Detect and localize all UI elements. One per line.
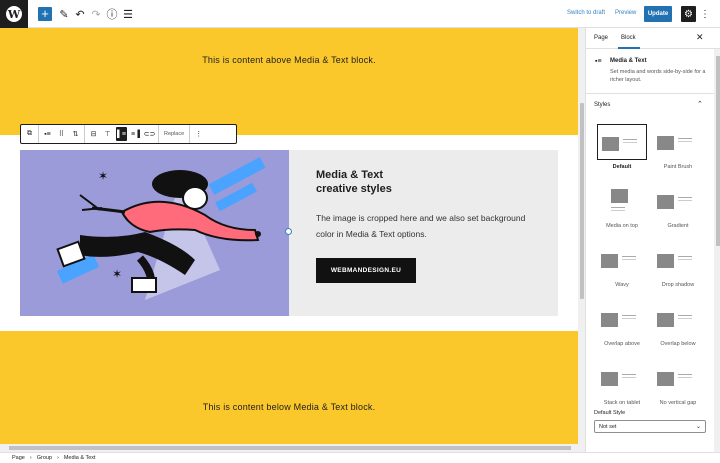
- style-overlap-above[interactable]: Overlap above: [586, 297, 646, 353]
- link-icon[interactable]: ⊂⊃: [144, 127, 156, 141]
- style-preview: [653, 360, 703, 396]
- chevron-up-icon[interactable]: ⌃: [697, 100, 703, 108]
- style-label: No vertical gap: [659, 400, 697, 406]
- block-card-description: Set media and words side-by-side for a r…: [610, 69, 706, 83]
- svg-text:✶: ✶: [112, 267, 122, 281]
- style-gradient[interactable]: Gradient: [642, 179, 702, 235]
- tab-block[interactable]: Block: [621, 35, 636, 41]
- add-block-button[interactable]: +: [38, 7, 52, 21]
- chevron-right-icon: ›: [29, 455, 32, 461]
- tab-page[interactable]: Page: [594, 35, 608, 41]
- media-text-block-icon[interactable]: ▪≡: [42, 127, 53, 141]
- redo-icon[interactable]: ↷: [90, 7, 102, 21]
- default-style-label: Default Style: [594, 410, 626, 416]
- show-media-left-icon[interactable]: ▌≡: [116, 127, 127, 141]
- style-media-on-top[interactable]: Media on top: [586, 179, 646, 235]
- style-preview: [597, 124, 647, 160]
- undo-icon[interactable]: ↶: [74, 7, 86, 21]
- style-label: Paint Brush: [663, 164, 693, 170]
- editor-canvas: This is content above Media & Text block…: [0, 28, 585, 452]
- style-preview: [653, 124, 703, 160]
- style-overlap-below[interactable]: Overlap below: [642, 297, 702, 353]
- heading-line-1: Media & Text: [316, 169, 384, 181]
- style-wavy[interactable]: Wavy: [586, 238, 646, 294]
- block-toolbar: ⧉ ▪≡ ⠿ ⇅ ⊟ ⊤ ▌≡ ≡▐ ⊂⊃ Replace ⋮: [20, 124, 237, 144]
- group-block-bottom[interactable]: This is content below Media & Text block…: [0, 331, 578, 449]
- sidebar-tabs: Page Block ✕: [586, 28, 720, 49]
- toolbar-group-parent: ⧉: [21, 125, 39, 143]
- paragraph-above[interactable]: This is content above Media & Text block…: [0, 55, 578, 65]
- editor-horizontal-scroll-thumb[interactable]: [9, 446, 571, 450]
- list-view-icon[interactable]: ☰: [122, 7, 134, 21]
- chevron-right-icon: ›: [57, 455, 59, 461]
- style-stack-on-tablet[interactable]: Stack on tablet: [586, 356, 646, 412]
- vertical-align-top-icon[interactable]: ⊤: [102, 127, 113, 141]
- editor-top-bar: W + ✎ ↶ ↷ ⓘ ☰ Switch to draft Preview Up…: [0, 0, 720, 28]
- update-button[interactable]: Update: [644, 6, 672, 22]
- chevron-down-icon: ⌄: [695, 424, 701, 430]
- toolbar-group-align: ⊟ ⊤ ▌≡ ≡▐ ⊂⊃: [85, 125, 159, 143]
- wordpress-logo-button[interactable]: W: [0, 0, 28, 28]
- style-preview: [653, 242, 703, 278]
- style-preview: [653, 301, 703, 337]
- style-no-vertical-gap[interactable]: No vertical gap: [642, 356, 702, 412]
- select-parent-icon[interactable]: ⧉: [24, 127, 35, 141]
- media-image[interactable]: ✶ ✶: [20, 150, 289, 316]
- drag-handle-icon[interactable]: ⠿: [56, 127, 67, 141]
- breadcrumb: Page › Group › Media & Text: [0, 452, 720, 463]
- info-icon[interactable]: ⓘ: [106, 7, 118, 21]
- media-text-paragraph[interactable]: The image is cropped here and we also se…: [316, 210, 526, 242]
- heading-line-2: creative styles: [316, 183, 392, 195]
- replace-button[interactable]: Replace: [162, 131, 186, 137]
- switch-to-draft-button[interactable]: Switch to draft: [567, 10, 605, 16]
- default-style-value: Not set: [599, 424, 617, 430]
- preview-button[interactable]: Preview: [615, 10, 636, 16]
- styles-panel-title[interactable]: Styles: [594, 102, 610, 108]
- style-default[interactable]: Default: [586, 120, 647, 176]
- move-up-down-icon[interactable]: ⇅: [70, 127, 81, 141]
- group-block-top[interactable]: This is content above Media & Text block…: [0, 28, 578, 135]
- breadcrumb-page[interactable]: Page: [12, 455, 25, 461]
- editor-vertical-scroll-thumb[interactable]: [580, 103, 584, 299]
- close-icon[interactable]: ✕: [696, 32, 704, 43]
- settings-gear-icon[interactable]: ⚙: [681, 6, 696, 22]
- style-preview: [597, 242, 647, 278]
- breadcrumb-media-text[interactable]: Media & Text: [64, 455, 96, 461]
- block-card: ▪≡ Media & Text Set media and words side…: [586, 49, 714, 94]
- dancing-person-illustration: ✶ ✶: [20, 150, 289, 316]
- style-label: Drop shadow: [661, 282, 695, 288]
- sidebar-scroll-thumb[interactable]: [716, 56, 720, 246]
- media-text-block[interactable]: ✶ ✶ Media & Text creative styles The ima…: [20, 150, 578, 438]
- toolbar-group-block: ▪≡ ⠿ ⇅: [39, 125, 85, 143]
- default-style-select[interactable]: Not set ⌄: [594, 420, 706, 433]
- resize-handle[interactable]: [285, 228, 292, 235]
- media-text-heading[interactable]: Media & Text creative styles: [316, 168, 516, 196]
- style-paint-brush[interactable]: Paint Brush: [642, 120, 702, 176]
- align-center-icon[interactable]: ⊟: [88, 127, 99, 141]
- toolbar-group-replace: Replace: [159, 125, 191, 143]
- style-label: Overlap below: [660, 341, 696, 347]
- paragraph-below[interactable]: This is content below Media & Text block…: [0, 402, 578, 412]
- webmandesign-button[interactable]: WEBMANDESIGN.EU: [316, 258, 416, 283]
- options-more-icon[interactable]: ⋮: [193, 127, 204, 141]
- style-preview: [597, 360, 647, 396]
- svg-text:✶: ✶: [98, 169, 108, 183]
- show-media-right-icon[interactable]: ≡▐: [130, 127, 141, 141]
- style-preview: [653, 183, 703, 219]
- breadcrumb-group[interactable]: Group: [37, 455, 52, 461]
- pencil-icon[interactable]: ✎: [58, 7, 70, 21]
- style-label: Gradient: [667, 223, 689, 229]
- style-preview: [597, 183, 647, 219]
- wordpress-icon: W: [6, 6, 22, 22]
- settings-sidebar: Page Block ✕ ▪≡ Media & Text Set media a…: [585, 28, 720, 452]
- media-text-icon: ▪≡: [595, 58, 602, 65]
- style-preview: [597, 301, 647, 337]
- block-card-title: Media & Text: [610, 58, 647, 64]
- style-drop-shadow[interactable]: Drop shadow: [642, 238, 702, 294]
- more-vertical-icon[interactable]: ⋮: [700, 7, 710, 21]
- toolbar-group-options: ⋮: [190, 125, 207, 143]
